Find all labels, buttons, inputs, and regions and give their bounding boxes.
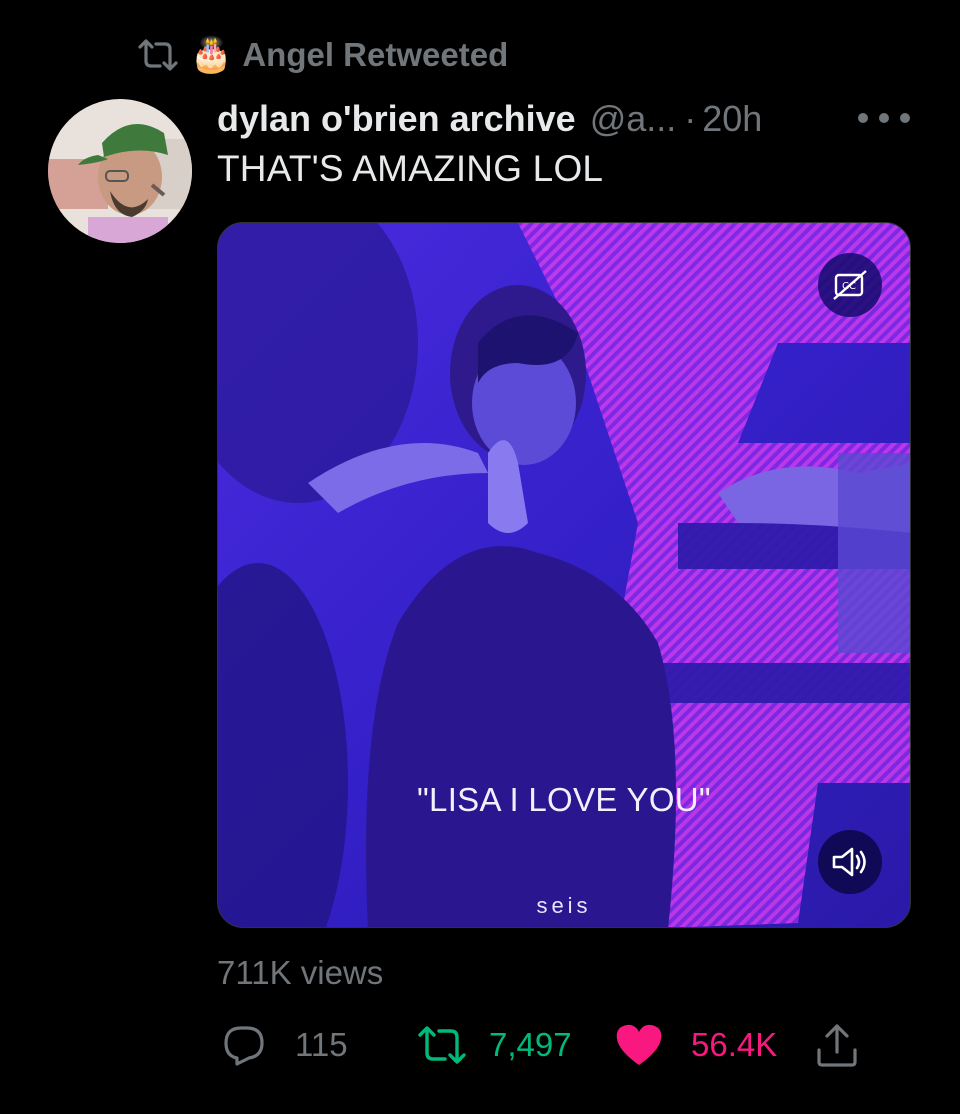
tweet-text: THAT'S AMAZING LOL bbox=[217, 148, 604, 189]
video-frame bbox=[218, 223, 910, 927]
retweet-button[interactable]: 7,497 bbox=[415, 1020, 572, 1070]
view-count: 711K views bbox=[217, 954, 384, 991]
more-options-icon[interactable] bbox=[858, 104, 910, 132]
user-handle[interactable]: @a... bbox=[590, 98, 677, 140]
share-icon bbox=[815, 1022, 859, 1068]
like-count: 56.4K bbox=[691, 1026, 778, 1063]
video-caption: "LISA I LOVE YOU" bbox=[417, 781, 711, 818]
display-name[interactable]: dylan o'brien archive bbox=[217, 98, 576, 140]
avatar[interactable] bbox=[48, 99, 192, 243]
retweet-icon bbox=[136, 39, 180, 71]
captions-off-icon[interactable]: CC bbox=[818, 253, 882, 317]
retweet-icon bbox=[415, 1025, 469, 1065]
timestamp[interactable]: 20h bbox=[702, 98, 762, 140]
video-player[interactable]: CC "LISA I LOVE YOU" seis bbox=[217, 222, 911, 928]
separator-dot: · bbox=[684, 98, 697, 139]
like-button[interactable]: 56.4K bbox=[615, 1020, 777, 1070]
share-button[interactable] bbox=[815, 1020, 859, 1070]
retweet-count: 7,497 bbox=[489, 1026, 572, 1063]
action-bar: 115 7,497 56.4K bbox=[217, 1020, 917, 1070]
birthday-cake-icon: 🎂 bbox=[190, 36, 233, 74]
tweet-header: dylan o'brien archive @a... · 20h bbox=[217, 94, 762, 144]
heart-icon bbox=[615, 1023, 663, 1067]
retweet-context[interactable]: 🎂 Angel Retweeted bbox=[136, 30, 508, 80]
retweeted-by-label[interactable]: Angel Retweeted bbox=[242, 36, 508, 74]
reply-icon bbox=[221, 1023, 267, 1067]
reply-count: 115 bbox=[295, 1026, 348, 1063]
reply-button[interactable]: 115 bbox=[221, 1020, 348, 1070]
video-watermark: seis bbox=[536, 893, 592, 918]
volume-icon[interactable] bbox=[818, 830, 882, 894]
